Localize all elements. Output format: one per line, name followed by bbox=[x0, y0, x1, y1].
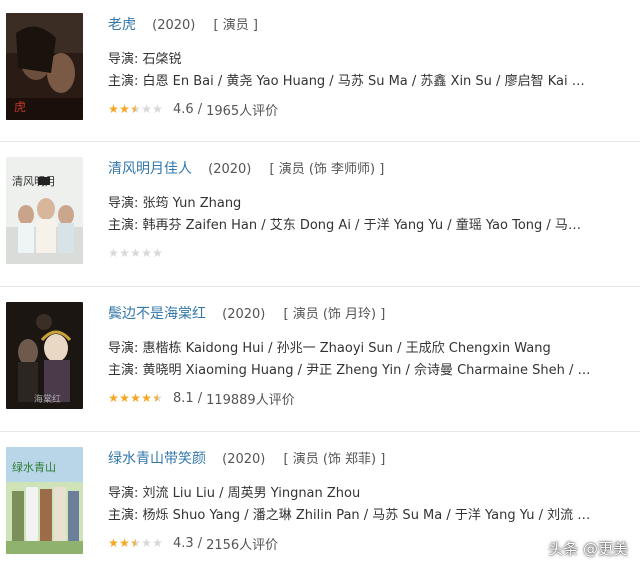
star-rating: ★ ★ ★ ★ ★ bbox=[108, 103, 163, 115]
divider bbox=[0, 431, 640, 432]
movie-title-link[interactable]: 绿水青山带笑颜 bbox=[108, 451, 206, 467]
star-icon: ★ bbox=[130, 391, 141, 405]
list-item: 绿水青山 绿水青山带笑颜 (2020) [ 演员 (饰 郑菲) ] 导演: 刘流… bbox=[0, 434, 640, 574]
star-icon: ★ bbox=[141, 246, 152, 260]
watermark: 头条 @更美 bbox=[548, 540, 628, 558]
cast-line: 主演: 韩再芬 Zaifen Han / 艾东 Dong Ai / 于洋 Yan… bbox=[108, 218, 593, 233]
rating-separator: / bbox=[197, 101, 203, 117]
poster-countryside-drama-icon[interactable]: 绿水青山 bbox=[6, 447, 83, 554]
movie-year: (2020) bbox=[222, 307, 266, 322]
poster-tiger-icon[interactable]: 虎 bbox=[6, 13, 83, 120]
director-line: 导演: 石棨锐 bbox=[108, 52, 182, 67]
star-icon: ★ bbox=[141, 391, 152, 405]
director-line: 导演: 惠楷栋 Kaidong Hui / 孙兆一 Zhaoyi Sun / 王… bbox=[108, 341, 551, 356]
star-icon: ★ bbox=[152, 536, 163, 550]
rating-row: ★ ★ ★ ★ ★ bbox=[108, 244, 173, 262]
star-icon: ★ bbox=[108, 391, 119, 405]
title-row: 鬓边不是海棠红 (2020) [ 演员 (饰 月玲) ] bbox=[108, 303, 385, 323]
movie-title-link[interactable]: 老虎 bbox=[108, 17, 136, 33]
movie-role: [ 演员 (饰 郑菲) ] bbox=[283, 452, 386, 467]
rating-row: ★ ★ ★ ★ ★ 4.3 / 2156人评价 bbox=[108, 534, 279, 553]
movie-year: (2020) bbox=[222, 452, 266, 467]
rating-votes: 119889人评价 bbox=[206, 392, 295, 408]
star-icon: ★ bbox=[119, 536, 130, 550]
cast-line: 主演: 黄晓明 Xiaoming Huang / 尹正 Zheng Yin / … bbox=[108, 363, 593, 378]
svg-text:绿水青山: 绿水青山 bbox=[12, 460, 56, 474]
rating-score: 8.1 bbox=[173, 390, 194, 406]
cast-line: 主演: 白恩 En Bai / 黄尧 Yao Huang / 马苏 Su Ma … bbox=[108, 74, 593, 89]
list-item: 虎 老虎 (2020) [ 演员 ] 导演: 石棨锐 主演: 白恩 En Bai… bbox=[0, 0, 640, 140]
title-row: 绿水青山带笑颜 (2020) [ 演员 (饰 郑菲) ] bbox=[108, 448, 385, 468]
rating-score: 4.6 bbox=[173, 101, 194, 117]
rating-votes: 1965人评价 bbox=[206, 103, 279, 119]
svg-text:海棠红: 海棠红 bbox=[34, 393, 61, 405]
divider bbox=[0, 141, 640, 142]
star-icon: ★ bbox=[130, 102, 141, 116]
star-icon: ★ bbox=[119, 246, 130, 260]
list-item: 清风明月 清风明月佳人 (2020) [ 演员 (饰 李师师) ] 导演: 张筠… bbox=[0, 144, 640, 284]
star-icon: ★ bbox=[119, 102, 130, 116]
star-icon: ★ bbox=[119, 391, 130, 405]
star-icon: ★ bbox=[141, 536, 152, 550]
star-icon: ★ bbox=[152, 391, 163, 405]
movie-title-link[interactable]: 鬓边不是海棠红 bbox=[108, 306, 206, 322]
star-rating: ★ ★ ★ ★ ★ bbox=[108, 247, 163, 259]
star-icon: ★ bbox=[130, 536, 141, 550]
movie-role: [ 演员 (饰 李师师) ] bbox=[269, 162, 385, 177]
movie-year: (2020) bbox=[208, 162, 252, 177]
title-row: 老虎 (2020) [ 演员 ] bbox=[108, 14, 258, 34]
star-icon: ★ bbox=[152, 246, 163, 260]
director-line: 导演: 张筠 Yun Zhang bbox=[108, 196, 242, 211]
title-row: 清风明月佳人 (2020) [ 演员 (饰 李师师) ] bbox=[108, 158, 384, 178]
divider bbox=[0, 286, 640, 287]
rating-row: ★ ★ ★ ★ ★ 4.6 / 1965人评价 bbox=[108, 100, 279, 119]
star-icon: ★ bbox=[108, 102, 119, 116]
movie-title-link[interactable]: 清风明月佳人 bbox=[108, 161, 192, 177]
star-icon: ★ bbox=[152, 102, 163, 116]
rating-separator: / bbox=[197, 535, 203, 551]
movie-role: [ 演员 ] bbox=[213, 18, 258, 33]
rating-score: 4.3 bbox=[173, 535, 194, 551]
list-item: 海棠红 鬓边不是海棠红 (2020) [ 演员 (饰 月玲) ] 导演: 惠楷栋… bbox=[0, 289, 640, 429]
cast-line: 主演: 杨烁 Shuo Yang / 潘之琳 Zhilin Pan / 马苏 S… bbox=[108, 508, 593, 523]
rating-row: ★ ★ ★ ★ ★ 8.1 / 119889人评价 bbox=[108, 389, 295, 408]
rating-votes: 2156人评价 bbox=[206, 537, 279, 553]
star-icon: ★ bbox=[108, 536, 119, 550]
star-rating: ★ ★ ★ ★ ★ bbox=[108, 392, 163, 404]
star-rating: ★ ★ ★ ★ ★ bbox=[108, 537, 163, 549]
director-line: 导演: 刘流 Liu Liu / 周英男 Yingnan Zhou bbox=[108, 486, 361, 501]
rating-separator: / bbox=[197, 390, 203, 406]
poster-costume-drama-icon[interactable]: 清风明月 bbox=[6, 157, 83, 264]
star-icon: ★ bbox=[130, 246, 141, 260]
star-icon: ★ bbox=[108, 246, 119, 260]
movie-role: [ 演员 (饰 月玲) ] bbox=[283, 307, 386, 322]
svg-text:虎: 虎 bbox=[14, 100, 26, 114]
star-icon: ★ bbox=[141, 102, 152, 116]
movie-year: (2020) bbox=[152, 18, 196, 33]
poster-opera-drama-icon[interactable]: 海棠红 bbox=[6, 302, 83, 409]
